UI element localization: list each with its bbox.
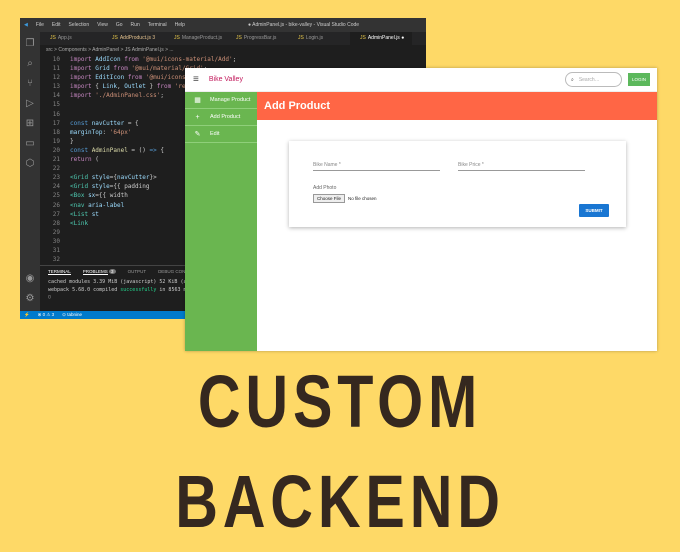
source-control-icon[interactable]: ⑂ [27, 78, 33, 89]
run-debug-icon[interactable]: ▷ [26, 98, 34, 109]
tab-label: ProgressBar.js [243, 35, 277, 41]
problems-tab[interactable]: PROBLEMS 3 [82, 269, 116, 275]
account-icon[interactable]: ◉ [26, 273, 35, 284]
menu-view[interactable]: View [97, 22, 108, 28]
tab-label: AdminPanel.js ● [367, 35, 405, 41]
sidebar-label: Manage Product [210, 97, 251, 103]
search-icon[interactable]: ⌕ [27, 58, 33, 69]
vscode-logo-icon: ◀ [24, 22, 28, 28]
tabnine-status[interactable]: ⊙ tabnine [62, 312, 82, 318]
app-bar: ≡ Bike Valley ⌕ Search… LOGIN [185, 68, 657, 92]
tab-login[interactable]: JS Login.js [288, 32, 350, 45]
menu-selection[interactable]: Selection [69, 22, 90, 28]
menu-help[interactable]: Help [175, 22, 185, 28]
add-photo-label: Add Photo [313, 185, 337, 191]
problems-label: PROBLEMS [82, 269, 108, 275]
bike-name-field[interactable]: Bike Name * [313, 162, 440, 171]
editor-tabs: JS App.js JS AddProduct.js 3 JS ManageProdu… [40, 32, 426, 45]
activity-bar: ❐ ⌕ ⑂ ▷ ⊞ ▭ ⬡ ◉ ⚙ [20, 32, 40, 311]
menu-go[interactable]: Go [116, 22, 123, 28]
headline: CUSTOM BACKEND [175, 360, 505, 543]
search-input[interactable]: ⌕ Search… [565, 72, 622, 87]
search-icon: ⌕ [571, 76, 574, 83]
sidebar-item-edit[interactable]: ✎ Edit [185, 126, 257, 143]
settings-gear-icon[interactable]: ⚙ [26, 293, 35, 304]
tab-manageproduct[interactable]: JS ManageProduct.js [164, 32, 226, 45]
title-bar: ◀ File Edit Selection View Go Run Termin… [20, 18, 426, 32]
file-input[interactable]: Choose File No file chosen [313, 194, 377, 203]
menu-run[interactable]: Run [131, 22, 140, 28]
add-product-form: Bike Name * Bike Price * Add Photo Choos… [289, 141, 626, 227]
terminal-tab[interactable]: TERMINAL [48, 269, 71, 275]
tab-label: ManageProduct.js [181, 35, 223, 41]
sidebar-label: Edit [210, 131, 220, 137]
browser-app-window: ≡ Bike Valley ⌕ Search… LOGIN ▦ Manage Pro… [185, 68, 657, 351]
sidebar-item-add-product[interactable]: + Add Product [185, 109, 257, 126]
sidebar: ▦ Manage Product + Add Product ✎ Edit [185, 92, 257, 351]
tab-label: AddProduct.js 3 [119, 35, 156, 41]
breadcrumb[interactable]: src > Components > AdminPanel > JS Admin… [46, 47, 174, 53]
add-icon: + [195, 113, 200, 121]
login-button[interactable]: LOGIN [628, 73, 650, 86]
tabnine-icon[interactable]: ⬡ [26, 158, 35, 169]
remote-icon[interactable]: ▭ [25, 138, 34, 149]
tab-adminpanel[interactable]: JS AdminPanel.js ● [350, 32, 412, 45]
output-tab[interactable]: OUTPUT [128, 269, 147, 275]
menu-terminal[interactable]: Terminal [148, 22, 167, 28]
sidebar-label: Add Product [210, 114, 241, 120]
sidebar-item-manage-product[interactable]: ▦ Manage Product [185, 92, 257, 109]
brand-title[interactable]: Bike Valley [209, 76, 243, 83]
extensions-icon[interactable]: ⊞ [26, 118, 34, 129]
compile-text: webpack 5.68.0 compiled [48, 286, 118, 293]
success-text: successfully [120, 286, 157, 293]
no-file-text: No file chosen [348, 196, 377, 201]
choose-file-button[interactable]: Choose File [313, 194, 346, 203]
tab-label: Login.js [305, 35, 324, 41]
tab-addproduct[interactable]: JS AddProduct.js 3 [102, 32, 164, 45]
bike-price-field[interactable]: Bike Price * [458, 162, 585, 171]
explorer-icon[interactable]: ❐ [26, 38, 35, 49]
hamburger-menu-icon[interactable]: ≡ [193, 74, 199, 85]
page-title: Add Product [257, 92, 657, 120]
tab-progressbar[interactable]: JS ProgressBar.js [226, 32, 288, 45]
remote-status-icon[interactable]: ⚡ [24, 312, 30, 318]
submit-button[interactable]: SUBMIT [579, 204, 609, 217]
menu-edit[interactable]: Edit [52, 22, 61, 28]
grid-icon: ▦ [194, 97, 201, 104]
problems-badge: 3 [109, 269, 116, 274]
problems-status[interactable]: ⊗ 0 ⚠ 3 [38, 312, 55, 318]
edit-icon: ✎ [194, 131, 201, 138]
search-placeholder: Search… [578, 76, 600, 83]
tab-app[interactable]: JS App.js [40, 32, 102, 45]
window-title: ● AdminPanel.js - bike-valley - Visual S… [248, 22, 360, 28]
tab-label: App.js [57, 35, 72, 41]
menu-file[interactable]: File [36, 22, 44, 28]
